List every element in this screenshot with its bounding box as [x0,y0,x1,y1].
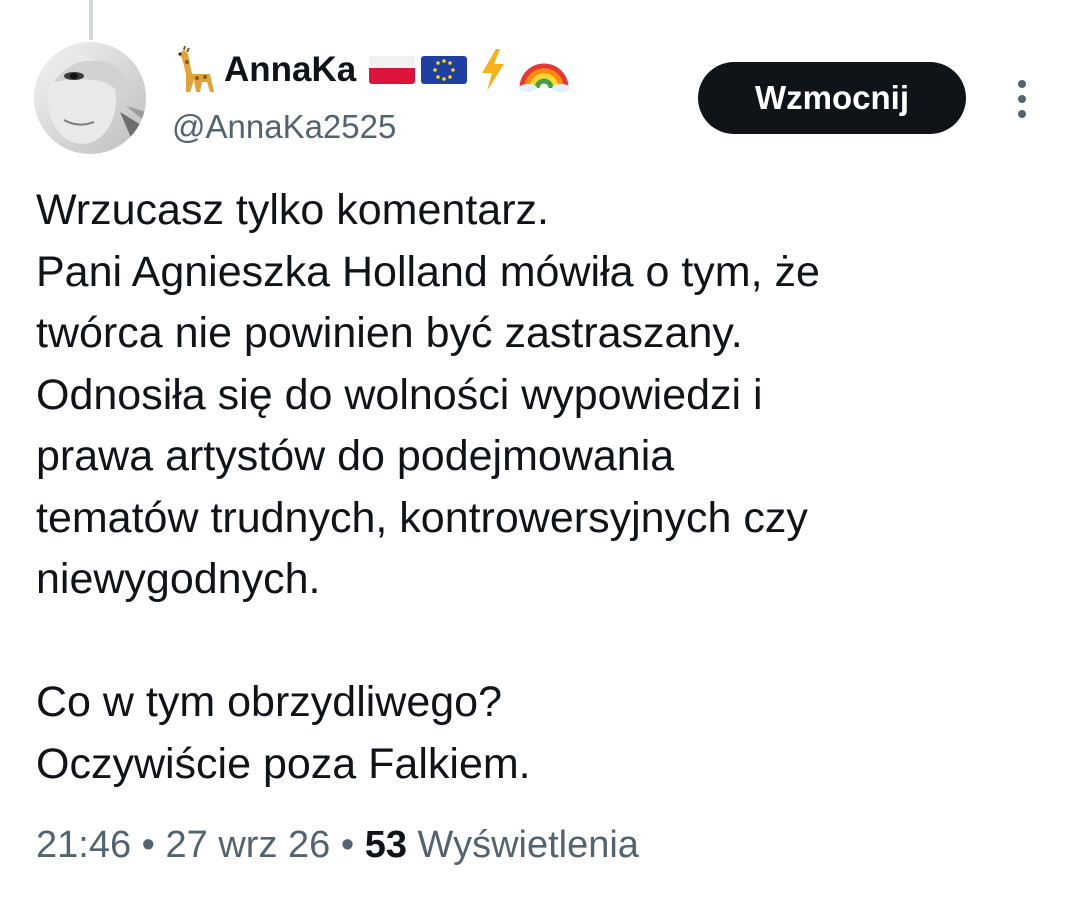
tweet-text-line: twórca nie powinien być zastraszany. [36,309,743,357]
tweet-date[interactable]: 27 wrz 26 [166,824,331,866]
poland-flag-emoji [368,52,416,88]
author-name-row[interactable]: AnnaKa [170,42,571,98]
author-handle[interactable]: @AnnaKa2525 [172,108,396,146]
tweet-meta: 21:46 • 27 wrz 26 • 53 Wyświetlenia [36,824,639,867]
giraffe-emoji [170,44,222,96]
tweet-text-line: Co w tym obrzydliwego? [36,678,503,726]
tweet-text-line: prawa artystów do podejmowania [36,432,675,480]
tweet-paragraph-gap [36,611,1046,673]
tweet-text-line: Pani Agnieszka Holland mówiła o tym, że [36,247,820,296]
tweet-text-line: Odnosiła się do wolności wypowiedzi i [36,370,763,419]
avatar[interactable] [34,42,146,154]
views-count[interactable]: 53 [365,824,407,866]
more-dot [1018,95,1026,103]
avatar-photo [34,42,146,154]
tweet-text: Wrzucasz tylko komentarz. Pani Agnieszka… [36,180,1046,795]
lightning-emoji [478,47,508,93]
more-dot [1018,110,1026,118]
eu-flag-emoji [420,52,468,88]
author-display-name: AnnaKa [224,50,357,89]
rainbow-emoji [518,48,571,92]
meta-separator: • [330,824,365,866]
boost-button[interactable]: Wzmocnij [698,62,966,134]
tweet-text-line: Oczywiście poza Falkiem. [36,739,531,788]
tweet-time[interactable]: 21:46 [36,824,131,866]
views-label[interactable]: Wyświetlenia [418,824,639,866]
thread-connector-line [89,0,93,40]
tweet-text-line: niewygodnych. [36,555,321,603]
tweet-text-line: Wrzucasz tylko komentarz. [36,186,549,234]
tweet-text-line: tematów trudnych, kontrowersyjnych czy [36,493,808,542]
meta-separator: • [131,824,166,866]
more-dot [1018,80,1026,88]
more-options-icon[interactable] [1004,74,1040,124]
